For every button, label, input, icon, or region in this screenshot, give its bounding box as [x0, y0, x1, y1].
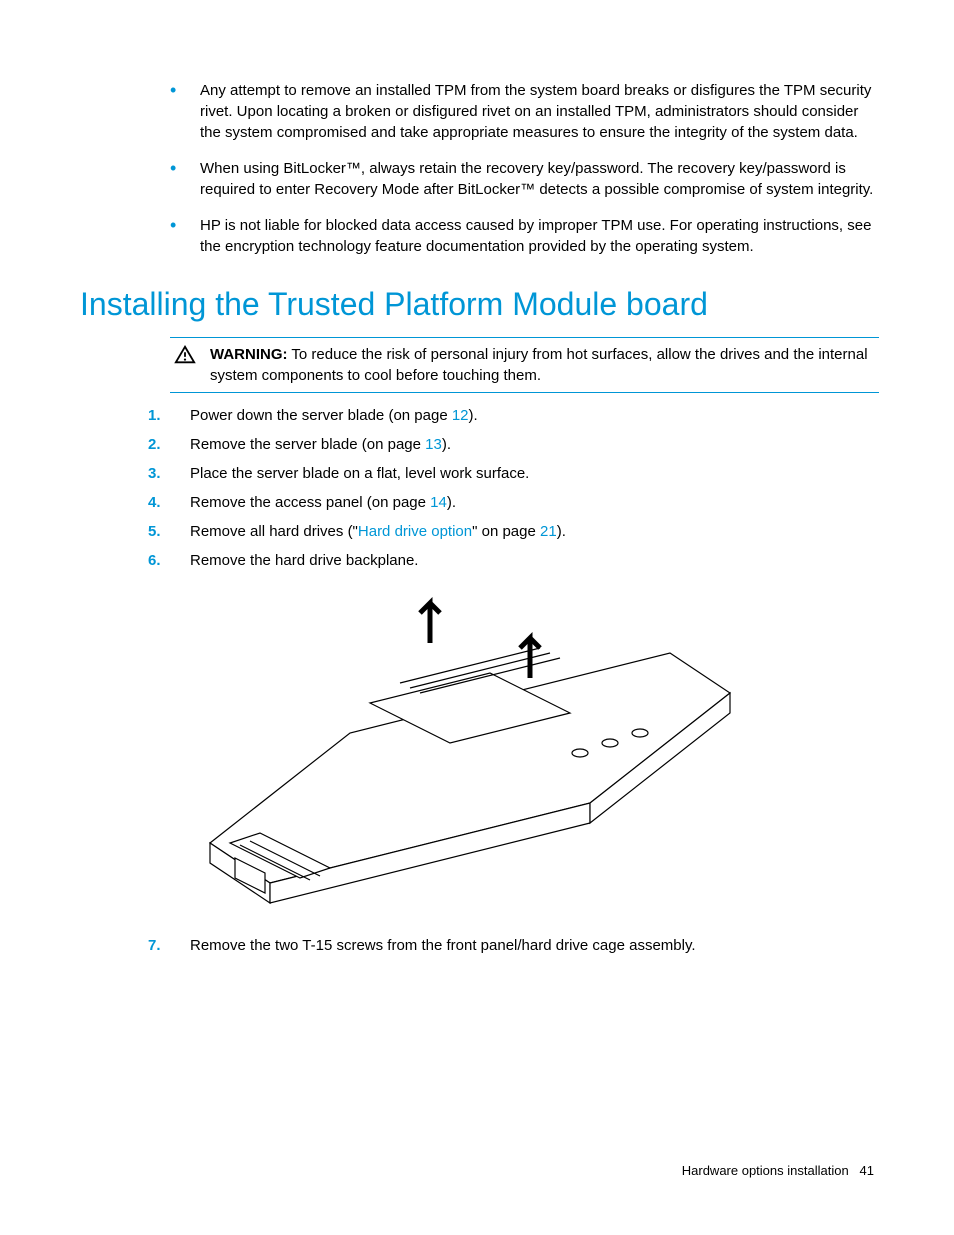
- section-heading: Installing the Trusted Platform Module b…: [80, 282, 879, 327]
- warning-icon: [170, 344, 210, 386]
- footer-page-number: 41: [860, 1163, 874, 1178]
- page-footer: Hardware options installation 41: [682, 1162, 874, 1180]
- step-text: Remove the hard drive backplane.: [190, 550, 879, 571]
- step-item: 3. Place the server blade on a flat, lev…: [140, 463, 879, 484]
- bullet-dot-icon: •: [170, 215, 200, 257]
- warning-text: WARNING: To reduce the risk of personal …: [210, 344, 879, 386]
- page-link[interactable]: 21: [540, 523, 557, 540]
- step-number: 3.: [140, 463, 190, 484]
- step-text: Remove all hard drives ("Hard drive opti…: [190, 521, 879, 542]
- bullet-text: When using BitLocker™, always retain the…: [200, 158, 879, 200]
- step-number: 5.: [140, 521, 190, 542]
- install-steps-list-cont: 7. Remove the two T-15 screws from the f…: [140, 935, 879, 956]
- step-number: 7.: [140, 935, 190, 956]
- bullet-item: • Any attempt to remove an installed TPM…: [170, 80, 879, 143]
- step-number: 1.: [140, 405, 190, 426]
- step-item: 6. Remove the hard drive backplane.: [140, 550, 879, 571]
- step-text: Remove the two T-15 screws from the fron…: [190, 935, 879, 956]
- step-text: Remove the server blade (on page 13).: [190, 434, 879, 455]
- step-item: 5. Remove all hard drives ("Hard drive o…: [140, 521, 879, 542]
- page-link[interactable]: 14: [430, 494, 447, 511]
- step-item: 4. Remove the access panel (on page 14).: [140, 492, 879, 513]
- intro-bullet-list: • Any attempt to remove an installed TPM…: [170, 80, 879, 257]
- server-blade-diagram: [170, 583, 790, 923]
- section-link[interactable]: Hard drive option: [358, 523, 472, 540]
- step-item: 1. Power down the server blade (on page …: [140, 405, 879, 426]
- warning-box: WARNING: To reduce the risk of personal …: [170, 337, 879, 393]
- step-item: 7. Remove the two T-15 screws from the f…: [140, 935, 879, 956]
- install-steps-list: 1. Power down the server blade (on page …: [140, 405, 879, 571]
- bullet-text: HP is not liable for blocked data access…: [200, 215, 879, 257]
- bullet-item: • When using BitLocker™, always retain t…: [170, 158, 879, 200]
- warning-label: WARNING:: [210, 346, 288, 363]
- step-number: 4.: [140, 492, 190, 513]
- bullet-text: Any attempt to remove an installed TPM f…: [200, 80, 879, 143]
- warning-body: To reduce the risk of personal injury fr…: [210, 346, 868, 384]
- step-item: 2. Remove the server blade (on page 13).: [140, 434, 879, 455]
- step-text: Remove the access panel (on page 14).: [190, 492, 879, 513]
- step-number: 2.: [140, 434, 190, 455]
- bullet-dot-icon: •: [170, 80, 200, 143]
- page-link[interactable]: 12: [452, 407, 469, 424]
- page-link[interactable]: 13: [425, 436, 442, 453]
- footer-section: Hardware options installation: [682, 1163, 849, 1178]
- bullet-dot-icon: •: [170, 158, 200, 200]
- step-text: Power down the server blade (on page 12)…: [190, 405, 879, 426]
- step-number: 6.: [140, 550, 190, 571]
- bullet-item: • HP is not liable for blocked data acce…: [170, 215, 879, 257]
- step-text: Place the server blade on a flat, level …: [190, 463, 879, 484]
